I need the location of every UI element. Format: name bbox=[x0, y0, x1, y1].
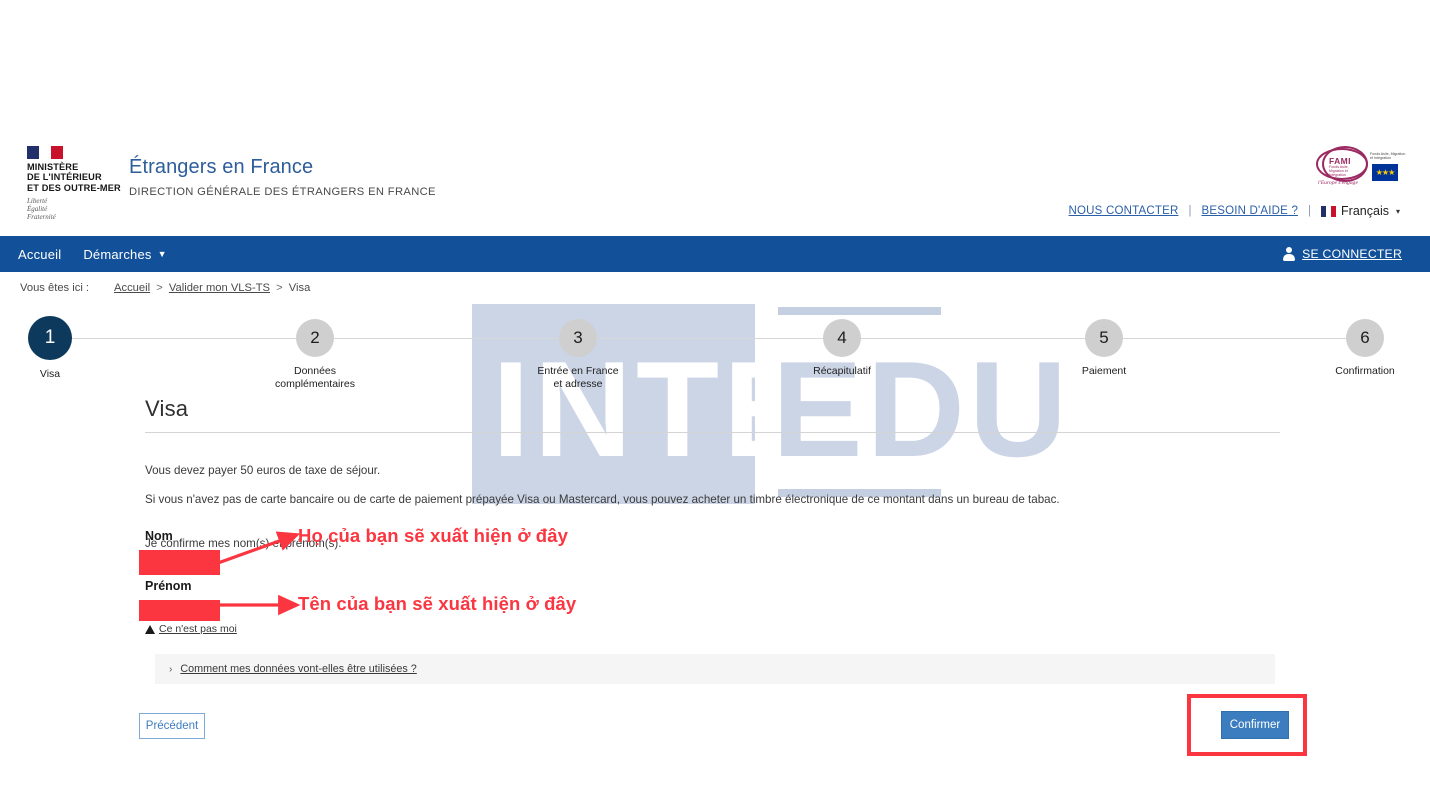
fami-motto: l'Europe s'engage bbox=[1318, 180, 1358, 186]
data-usage-accordion[interactable]: › Comment mes données vont-elles être ut… bbox=[155, 654, 1275, 684]
nav-login-area[interactable]: SE CONNECTER bbox=[1282, 247, 1402, 261]
site-header: MINISTÈRE DE L'INTÉRIEUR ET DES OUTRE-ME… bbox=[0, 140, 1430, 236]
step-3-label: Entrée en France et adresse bbox=[537, 365, 619, 390]
step-5-paiement[interactable]: 5 Paiement bbox=[1044, 312, 1164, 378]
step-5-circle: 5 bbox=[1085, 319, 1123, 357]
fami-subtitle: Fonds Asile, Migration et Intégration bbox=[1329, 165, 1349, 178]
motto-line-3: Fraternité bbox=[27, 213, 56, 222]
intro-paragraph-1: Vous devez payer 50 euros de taxe de séj… bbox=[145, 464, 381, 477]
user-avatar-icon bbox=[1282, 247, 1295, 261]
french-flag-icon bbox=[27, 146, 63, 159]
step-5-label: Paiement bbox=[1081, 365, 1127, 377]
link-separator-2: | bbox=[1308, 205, 1312, 217]
not-me-link[interactable]: Ce n'est pas moi bbox=[159, 623, 237, 635]
fami-right-text: Fonds Asile, Migration et Intégration bbox=[1370, 152, 1406, 161]
confirm-button[interactable]: Confirmer bbox=[1221, 711, 1289, 739]
fami-logo: FAMI Fonds Asile, Migration et Intégrati… bbox=[1316, 146, 1405, 188]
nav-item-demarches-label: Démarches bbox=[83, 246, 152, 262]
page-title: Visa bbox=[145, 396, 1280, 433]
step-2-circle: 2 bbox=[296, 319, 334, 357]
prenom-value-redacted bbox=[139, 600, 220, 621]
warning-triangle-icon bbox=[145, 624, 155, 634]
login-link[interactable]: SE CONNECTER bbox=[1302, 247, 1402, 261]
step-1-label: Visa bbox=[39, 368, 61, 380]
step-2-label: Données complémentaires bbox=[275, 365, 355, 390]
prenom-label: Prénom bbox=[145, 579, 192, 593]
breadcrumb-label: Vous êtes ici : bbox=[20, 282, 90, 294]
chevron-down-icon: ▾ bbox=[1395, 206, 1400, 216]
help-link[interactable]: BESOIN D'AIDE ? bbox=[1201, 205, 1298, 217]
breadcrumb-separator-1: > bbox=[156, 282, 163, 294]
motto-line-2: Égalité bbox=[27, 205, 48, 214]
ministry-line-3: ET DES OUTRE-MER bbox=[27, 182, 121, 193]
step-4-label: Récapitulatif bbox=[813, 365, 871, 377]
not-me-row[interactable]: Ce n'est pas moi bbox=[145, 623, 237, 635]
eu-stars: ★★★ bbox=[1375, 168, 1395, 177]
data-usage-link[interactable]: Comment mes données vont-elles être util… bbox=[180, 663, 416, 675]
intro-paragraph-2: Si vous n'avez pas de carte bancaire ou … bbox=[145, 493, 1060, 506]
progress-stepper: 1 Visa 2 Données complémentaires 3 Entré… bbox=[0, 312, 1430, 390]
nom-value-redacted bbox=[139, 550, 220, 575]
breadcrumb: Vous êtes ici : Accueil > Valider mon VL… bbox=[0, 272, 1430, 304]
language-label: Français bbox=[1341, 204, 1389, 218]
chevron-down-icon: ▼ bbox=[157, 249, 167, 259]
eu-flag-icon: ★★★ bbox=[1372, 164, 1398, 181]
breadcrumb-item-accueil[interactable]: Accueil bbox=[114, 282, 150, 294]
step-4-recapitulatif[interactable]: 4 Récapitulatif bbox=[782, 312, 902, 378]
step-4-circle: 4 bbox=[823, 319, 861, 357]
annotation-prenom-note: Tên của bạn sẽ xuất hiện ở đây bbox=[298, 593, 577, 614]
ministry-logo: MINISTÈRE DE L'INTÉRIEUR ET DES OUTRE-ME… bbox=[27, 146, 127, 221]
contact-link[interactable]: NOUS CONTACTER bbox=[1069, 205, 1179, 217]
french-flag-icon-small bbox=[1321, 205, 1337, 217]
language-selector[interactable]: Français ▾ bbox=[1321, 204, 1400, 218]
step-6-confirmation[interactable]: 6 Confirmation bbox=[1305, 312, 1425, 378]
main-content: Visa Vous devez payer 50 euros de taxe d… bbox=[139, 396, 1289, 739]
chevron-right-icon: › bbox=[169, 663, 173, 675]
nav-item-accueil[interactable]: Accueil bbox=[18, 247, 61, 262]
main-navigation: Accueil Démarches ▼ SE CONNECTER bbox=[0, 236, 1430, 272]
motto-line-1: Liberté bbox=[27, 197, 48, 206]
site-title: Étrangers en France bbox=[129, 156, 314, 178]
step-1-visa[interactable]: 1 Visa bbox=[0, 312, 110, 381]
step-3-circle: 3 bbox=[559, 319, 597, 357]
breadcrumb-separator-2: > bbox=[276, 282, 283, 294]
ministry-line-2: DE L'INTÉRIEUR bbox=[27, 172, 102, 183]
link-separator-1: | bbox=[1188, 205, 1192, 217]
breadcrumb-item-vlsts[interactable]: Valider mon VLS-TS bbox=[169, 282, 270, 294]
step-2-donnees[interactable]: 2 Données complémentaires bbox=[255, 312, 375, 391]
previous-button[interactable]: Précédent bbox=[139, 713, 205, 739]
confirm-instruction: Je confirme mes nom(s) et prénom(s). bbox=[145, 537, 342, 550]
page-root: INTER EDU MINISTÈRE DE L'INTÉRIEUR ET DE… bbox=[0, 0, 1430, 804]
step-6-label: Confirmation bbox=[1335, 365, 1395, 377]
nav-items: Accueil Démarches ▼ bbox=[18, 247, 167, 262]
republic-motto: Liberté Égalité Fraternité bbox=[27, 197, 127, 221]
ministry-name: MINISTÈRE DE L'INTÉRIEUR ET DES OUTRE-ME… bbox=[27, 162, 127, 193]
step-1-circle: 1 bbox=[28, 316, 72, 360]
ministry-line-1: MINISTÈRE bbox=[27, 162, 79, 172]
step-6-circle: 6 bbox=[1346, 319, 1384, 357]
nom-label: Nom bbox=[145, 529, 173, 543]
nav-item-accueil-label: Accueil bbox=[18, 246, 62, 262]
nav-item-demarches[interactable]: Démarches ▼ bbox=[83, 247, 166, 262]
step-3-entree[interactable]: 3 Entrée en France et adresse bbox=[518, 312, 638, 391]
site-identity: Étrangers en France DIRECTION GÉNÉRALE D… bbox=[129, 156, 436, 198]
breadcrumb-item-visa: Visa bbox=[288, 282, 311, 294]
breadcrumb-trail: Accueil > Valider mon VLS-TS > Visa bbox=[114, 282, 310, 294]
header-utility-links: NOUS CONTACTER | BESOIN D'AIDE ? | Franç… bbox=[1069, 204, 1400, 218]
site-subtitle: DIRECTION GÉNÉRALE DES ÉTRANGERS EN FRAN… bbox=[129, 186, 436, 198]
